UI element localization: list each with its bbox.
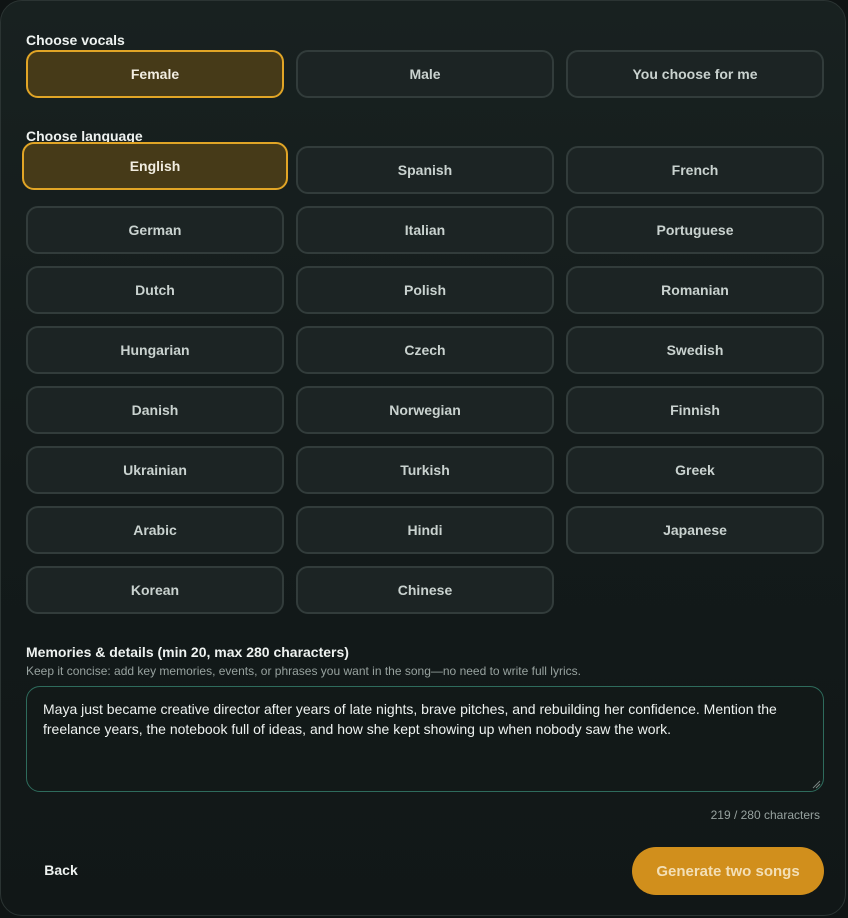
language-options: English Spanish French German Italian Portugu…	[22, 142, 824, 614]
language-option-dutch[interactable]: Dutch	[26, 266, 284, 314]
language-option-french[interactable]: French	[566, 146, 824, 194]
language-option-portuguese[interactable]: Portuguese	[566, 206, 824, 254]
resize-grip-icon[interactable]	[811, 779, 821, 789]
vocals-option-male[interactable]: Male	[296, 50, 554, 98]
language-option-danish[interactable]: Danish	[26, 386, 284, 434]
language-option-hungarian[interactable]: Hungarian	[26, 326, 284, 374]
language-option-czech[interactable]: Czech	[296, 326, 554, 374]
language-option-spanish[interactable]: Spanish	[296, 146, 554, 194]
vocals-option-female[interactable]: Female	[26, 50, 284, 98]
language-option-japanese[interactable]: Japanese	[566, 506, 824, 554]
character-counter: 219 / 280 characters	[710, 808, 820, 822]
language-option-korean[interactable]: Korean	[26, 566, 284, 614]
vocals-label: Choose vocals	[26, 32, 125, 48]
language-option-hindi[interactable]: Hindi	[296, 506, 554, 554]
language-option-turkish[interactable]: Turkish	[296, 446, 554, 494]
memories-textarea[interactable]: Maya just became creative director after…	[27, 687, 823, 791]
language-option-german[interactable]: German	[26, 206, 284, 254]
language-option-finnish[interactable]: Finnish	[566, 386, 824, 434]
language-option-chinese[interactable]: Chinese	[296, 566, 554, 614]
memories-label: Memories & details (min 20, max 280 char…	[26, 644, 349, 660]
memories-hint: Keep it concise: add key memories, event…	[26, 664, 581, 678]
vocals-options: Female Male You choose for me	[26, 50, 824, 98]
memories-field-wrapper: Maya just became creative director after…	[26, 686, 824, 792]
language-option-romanian[interactable]: Romanian	[566, 266, 824, 314]
language-option-ukrainian[interactable]: Ukrainian	[26, 446, 284, 494]
language-option-italian[interactable]: Italian	[296, 206, 554, 254]
language-option-norwegian[interactable]: Norwegian	[296, 386, 554, 434]
language-option-english[interactable]: English	[22, 142, 288, 190]
generate-songs-button[interactable]: Generate two songs	[632, 847, 824, 895]
language-option-greek[interactable]: Greek	[566, 446, 824, 494]
language-option-arabic[interactable]: Arabic	[26, 506, 284, 554]
language-option-swedish[interactable]: Swedish	[566, 326, 824, 374]
vocals-option-you-choose-for-me[interactable]: You choose for me	[566, 50, 824, 98]
language-option-polish[interactable]: Polish	[296, 266, 554, 314]
back-button[interactable]: Back	[26, 852, 96, 888]
song-options-panel: Choose vocals Female Male You choose for m…	[0, 0, 846, 916]
